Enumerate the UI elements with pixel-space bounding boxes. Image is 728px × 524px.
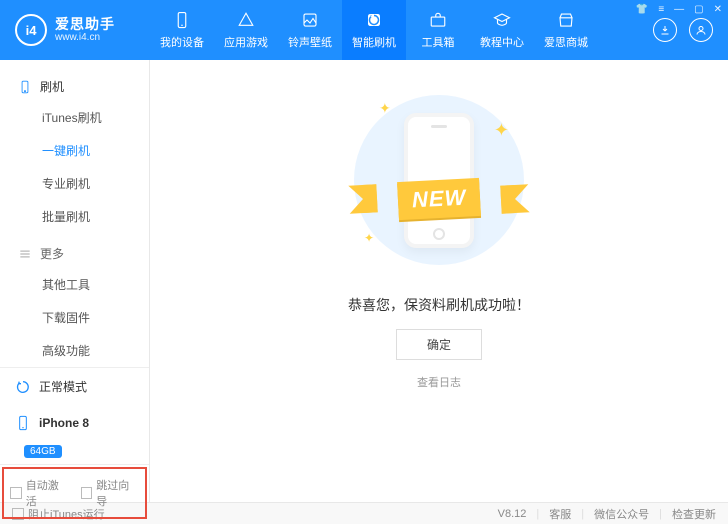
user-button[interactable] — [689, 18, 713, 42]
toolbox-icon — [428, 10, 448, 30]
sidebar: 刷机 iTunes刷机 一键刷机 专业刷机 批量刷机 更多 其他工具 下载固件 … — [0, 60, 150, 502]
brand-name: 爱思助手 — [55, 17, 115, 32]
star-icon: ✦ — [364, 231, 374, 245]
sidebar-item-advanced[interactable]: 高级功能 — [0, 334, 149, 367]
menu-icon — [18, 247, 32, 261]
nav-ringtones[interactable]: 铃声壁纸 — [278, 0, 342, 60]
nav-toolbox[interactable]: 工具箱 — [406, 0, 470, 60]
logo-badge: i4 — [15, 14, 47, 46]
download-button[interactable] — [653, 18, 677, 42]
auto-activate-checkbox[interactable]: 自动激活 — [10, 477, 69, 509]
device-mode[interactable]: 正常模式 — [0, 368, 149, 405]
refresh-icon — [15, 379, 31, 395]
brand-url: www.i4.cn — [55, 32, 115, 43]
flash-icon — [364, 10, 384, 30]
phone-icon — [18, 80, 32, 94]
sidebar-item-other-tools[interactable]: 其他工具 — [0, 268, 149, 301]
titlebar-close-icon[interactable]: ✕ — [714, 4, 722, 15]
star-icon: ✦ — [494, 120, 509, 141]
success-illustration: ✦ ✦ ✦ NEW — [349, 90, 529, 270]
sidebar-item-download-firmware[interactable]: 下载固件 — [0, 301, 149, 334]
skip-wizard-checkbox[interactable]: 跳过向导 — [81, 477, 140, 509]
titlebar-maximize-icon[interactable]: ▢ — [694, 4, 703, 15]
phone-icon — [172, 10, 192, 30]
top-nav: 我的设备 应用游戏 铃声壁纸 智能刷机 工具箱 教程中心 爱思商城 — [150, 0, 653, 60]
sidebar-group-more[interactable]: 更多 — [0, 239, 149, 268]
device-info[interactable]: iPhone 8 — [0, 405, 149, 441]
wallpaper-icon — [300, 10, 320, 30]
nav-store[interactable]: 爱思商城 — [534, 0, 598, 60]
nav-apps[interactable]: 应用游戏 — [214, 0, 278, 60]
sidebar-item-itunes-flash[interactable]: iTunes刷机 — [0, 101, 149, 134]
store-icon — [556, 10, 576, 30]
wechat-link[interactable]: 微信公众号 — [594, 506, 649, 522]
support-link[interactable]: 客服 — [549, 506, 571, 522]
version-label: V8.12 — [498, 508, 527, 520]
nav-flash[interactable]: 智能刷机 — [342, 0, 406, 60]
titlebar-menu-icon[interactable]: ≡ — [658, 4, 664, 15]
phone-icon — [15, 415, 31, 431]
view-log-link[interactable]: 查看日志 — [417, 374, 461, 390]
new-ribbon: NEW — [339, 175, 539, 223]
main-content: ✦ ✦ ✦ NEW 恭喜您，保资料刷机成功啦！ 确定 查看日志 — [150, 60, 728, 502]
sidebar-item-pro-flash[interactable]: 专业刷机 — [0, 167, 149, 200]
nav-tutorials[interactable]: 教程中心 — [470, 0, 534, 60]
success-message: 恭喜您，保资料刷机成功啦！ — [348, 295, 530, 315]
nav-my-device[interactable]: 我的设备 — [150, 0, 214, 60]
sidebar-item-batch-flash[interactable]: 批量刷机 — [0, 200, 149, 233]
sidebar-item-onekey-flash[interactable]: 一键刷机 — [0, 134, 149, 167]
titlebar-shirt-icon[interactable]: 👕 — [636, 4, 648, 15]
graduation-icon — [492, 10, 512, 30]
storage-badge: 64GB — [24, 445, 62, 458]
ok-button[interactable]: 确定 — [396, 329, 482, 360]
check-update-link[interactable]: 检查更新 — [672, 506, 716, 522]
star-icon: ✦ — [379, 100, 391, 117]
titlebar-minimize-icon[interactable]: — — [674, 4, 684, 15]
apps-icon — [236, 10, 256, 30]
app-logo: i4 爱思助手 www.i4.cn — [0, 14, 150, 46]
sidebar-group-flash[interactable]: 刷机 — [0, 72, 149, 101]
